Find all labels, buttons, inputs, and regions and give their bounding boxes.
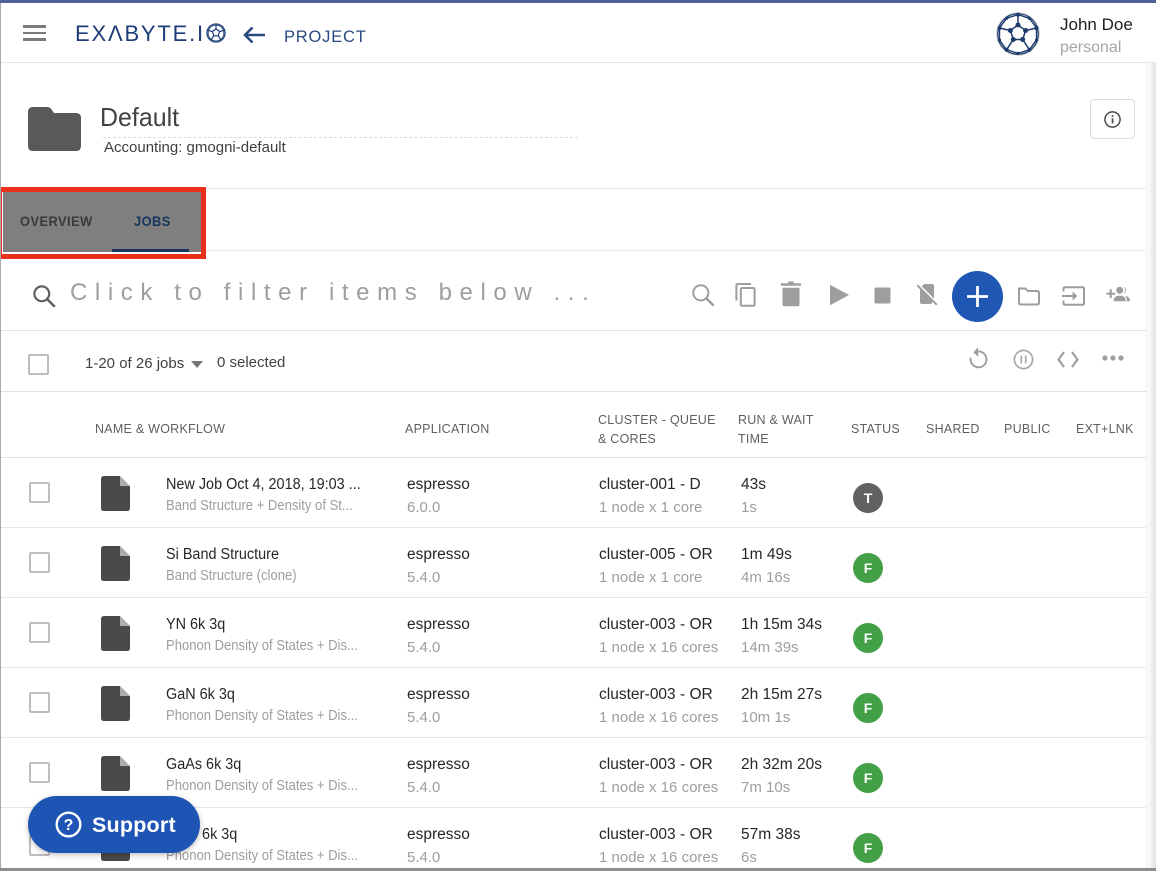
svg-text:?: ? (64, 817, 74, 834)
